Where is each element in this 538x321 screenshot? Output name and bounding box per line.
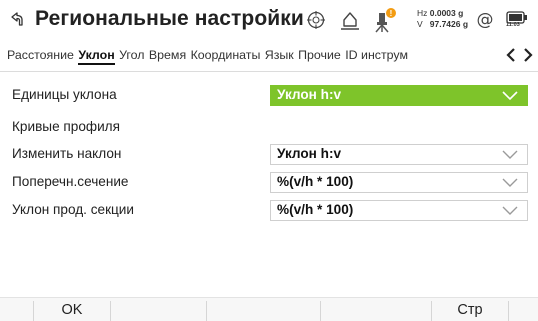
- title-bar: Региональные настройки ! Hz 0.0003 g V 9…: [0, 0, 538, 39]
- softkey-divider: [508, 301, 509, 321]
- measurement-target-button[interactable]: [305, 7, 327, 33]
- page-button[interactable]: Стр: [432, 298, 508, 321]
- tab-angle[interactable]: Угол: [119, 48, 144, 65]
- tab-language[interactable]: Язык: [265, 48, 294, 65]
- v-value: 97.7426 g: [429, 19, 469, 29]
- long-section-slope-value: %(v/h * 100): [277, 202, 354, 217]
- home-point-button[interactable]: [339, 7, 361, 33]
- chevron-down-icon: [502, 178, 518, 187]
- slope-units-dropdown[interactable]: Уклон h:v: [270, 85, 528, 106]
- tab-other[interactable]: Прочие: [298, 48, 341, 65]
- back-icon: [11, 12, 23, 26]
- hz-value: 0.0003 g: [429, 8, 464, 18]
- prism-constant-icon: @: [477, 10, 494, 30]
- chevron-right-icon: [523, 48, 533, 62]
- home-point-icon: [341, 12, 359, 30]
- prism-constant-button[interactable]: @: [474, 7, 496, 33]
- tab-slope[interactable]: Уклон: [78, 48, 115, 65]
- long-section-slope-label: Уклон прод. секции: [12, 202, 134, 217]
- cross-section-dropdown[interactable]: %(v/h * 100): [270, 172, 528, 193]
- back-button[interactable]: [7, 9, 27, 29]
- tab-instrument-id[interactable]: ID инструм: [345, 48, 408, 65]
- slope-units-label: Единицы уклона: [12, 87, 117, 102]
- v-label: V: [417, 19, 423, 29]
- chevron-down-icon: [502, 150, 518, 159]
- tab-coordinates[interactable]: Координаты: [191, 48, 261, 65]
- profile-curves-heading: Кривые профиля: [12, 119, 120, 134]
- clock-time: 11:03: [506, 22, 520, 28]
- softkey-f4[interactable]: [321, 298, 431, 321]
- tab-scroll-controls: [500, 40, 538, 70]
- cross-section-label: Поперечн.сечение: [12, 174, 129, 189]
- ok-button[interactable]: OK: [34, 298, 110, 321]
- measurement-target-icon: [307, 11, 325, 29]
- tab-scroll-left-button[interactable]: [505, 48, 517, 62]
- change-slope-label: Изменить наклон: [12, 146, 122, 161]
- page-title: Региональные настройки: [35, 7, 304, 30]
- softkey-f3[interactable]: [207, 298, 320, 321]
- chevron-down-icon: [502, 206, 518, 215]
- chevron-down-icon: [502, 91, 518, 101]
- instrument-status-button[interactable]: !: [371, 7, 399, 33]
- instrument-alert-icon: !: [375, 8, 396, 33]
- cross-section-value: %(v/h * 100): [277, 174, 354, 189]
- hz-label: Hz: [417, 8, 428, 18]
- angle-readout: Hz 0.0003 g V 97.7426 g: [417, 8, 468, 30]
- slope-units-value: Уклон h:v: [277, 87, 342, 102]
- change-slope-value: Уклон h:v: [277, 146, 342, 161]
- tab-time[interactable]: Время: [149, 48, 186, 65]
- long-section-slope-dropdown[interactable]: %(v/h * 100): [270, 200, 528, 221]
- chevron-left-icon: [505, 48, 515, 62]
- settings-tabs: Расстояние Уклон Угол Время Координаты Я…: [0, 40, 538, 72]
- tab-scroll-right-button[interactable]: [522, 48, 534, 62]
- softkey-bar: OK Стр: [0, 297, 538, 321]
- change-slope-dropdown[interactable]: Уклон h:v: [270, 144, 528, 165]
- svg-text:!: !: [390, 9, 393, 18]
- svg-text:@: @: [477, 10, 494, 30]
- tab-distance[interactable]: Расстояние: [7, 48, 74, 65]
- softkey-f2[interactable]: [111, 298, 206, 321]
